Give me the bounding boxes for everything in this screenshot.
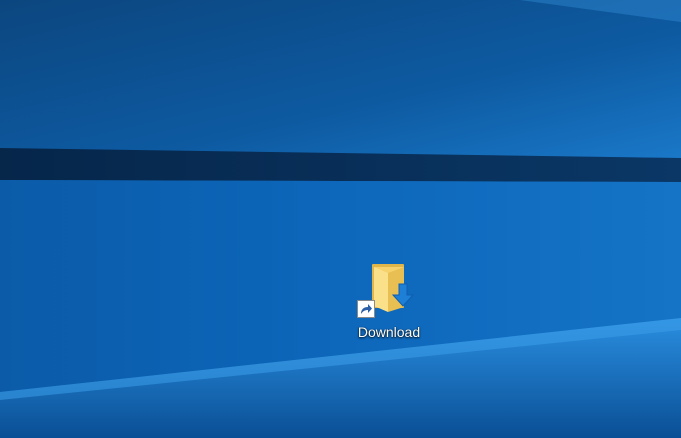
wallpaper [0,0,681,438]
desktop-shortcut-download[interactable]: Download [346,258,432,346]
wallpaper-upper-pane [0,0,681,158]
shortcut-label: Download [357,324,421,340]
desktop[interactable]: Download [0,0,681,438]
shortcut-arrow-icon [357,300,375,318]
